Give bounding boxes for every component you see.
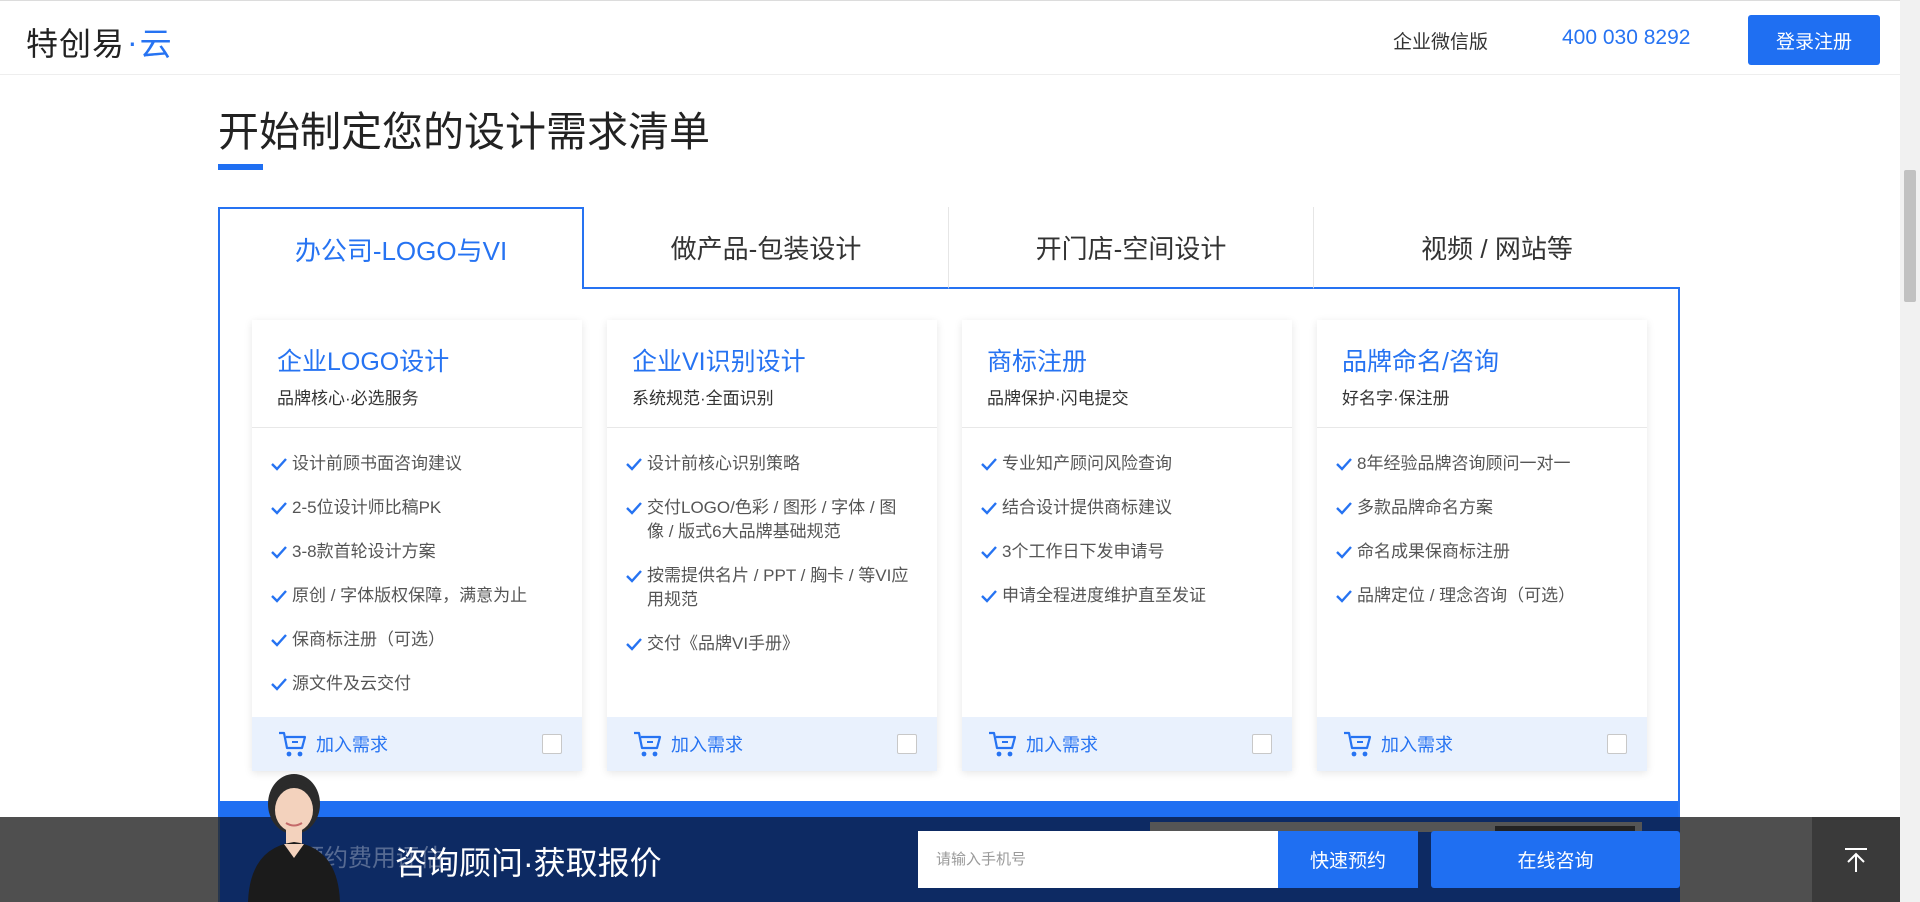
feature-item: 命名成果保商标注册: [1335, 540, 1623, 564]
nav-phone-number: 400 030 8292: [1562, 26, 1691, 49]
nav-wechat-link[interactable]: 企业微信版: [1393, 27, 1488, 54]
feature-item: 3-8款首轮设计方案: [270, 540, 558, 564]
brand-logo[interactable]: 特创易 · 云: [26, 19, 172, 65]
logo-main-text: 特创易: [26, 26, 126, 62]
category-tabs: 办公司-LOGO与VI 做产品-包装设计 开门店-空间设计 视频 / 网站等: [218, 207, 1680, 289]
feature-list: 设计前核心识别策略 交付LOGO/色彩 / 图形 / 字体 / 图像 / 版式6…: [607, 428, 937, 656]
feature-item: 原创 / 字体版权保障，满意为止: [270, 584, 558, 608]
check-icon: [271, 634, 287, 647]
check-icon: [271, 458, 287, 471]
card-header: 商标注册 品牌保护·闪电提交: [962, 320, 1292, 428]
card-subtitle: 系统规范·全面识别: [632, 389, 774, 408]
cart-icon: [1344, 731, 1372, 757]
check-icon: [1336, 458, 1352, 471]
feature-item: 专业知产顾问风险查询: [980, 452, 1268, 476]
feature-list: 8年经验品牌咨询顾问一对一 多款品牌命名方案 命名成果保商标注册 品牌定位 / …: [1317, 428, 1647, 608]
cart-icon: [279, 731, 307, 757]
service-card: 企业LOGO设计 品牌核心·必选服务 设计前顾书面咨询建议 2-5位设计师比稿P…: [252, 320, 582, 771]
check-icon: [1336, 502, 1352, 515]
feature-list: 专业知产顾问风险查询 结合设计提供商标建议 3个工作日下发申请号 申请全程进度维…: [962, 428, 1292, 608]
card-title: 企业VI识别设计: [632, 348, 806, 376]
tab-space-design[interactable]: 开门店-空间设计: [949, 207, 1314, 289]
online-consult-button[interactable]: 在线咨询: [1431, 831, 1680, 888]
check-icon: [271, 678, 287, 691]
title-underline: [218, 164, 263, 170]
tab-packaging[interactable]: 做产品-包装设计: [584, 207, 949, 289]
check-icon: [981, 502, 997, 515]
back-to-top-icon: [1845, 847, 1867, 872]
feature-item: 设计前顾书面咨询建议: [270, 452, 558, 476]
card-header: 企业LOGO设计 品牌核心·必选服务: [252, 320, 582, 428]
feature-item: 2-5位设计师比稿PK: [270, 496, 558, 520]
add-requirement-label[interactable]: 加入需求: [1381, 731, 1453, 757]
card-title: 品牌命名/咨询: [1342, 348, 1499, 376]
add-requirement-bar[interactable]: 加入需求: [607, 717, 937, 771]
service-card: 商标注册 品牌保护·闪电提交 专业知产顾问风险查询 结合设计提供商标建议 3个工…: [962, 320, 1292, 771]
logo-dot: ·: [127, 23, 138, 60]
add-requirement-label[interactable]: 加入需求: [316, 731, 388, 757]
consultant-avatar-icon: [248, 774, 340, 902]
feature-item: 品牌定位 / 理念咨询（可选）: [1335, 584, 1623, 608]
cart-icon: [989, 731, 1017, 757]
add-requirement-label[interactable]: 加入需求: [1026, 731, 1098, 757]
feature-item: 3个工作日下发申请号: [980, 540, 1268, 564]
service-card: 企业VI识别设计 系统规范·全面识别 设计前核心识别策略 交付LOGO/色彩 /…: [607, 320, 937, 771]
check-icon: [981, 590, 997, 603]
consultant-avatar: [240, 770, 348, 902]
feature-item: 交付LOGO/色彩 / 图形 / 字体 / 图像 / 版式6大品牌基础规范: [625, 496, 913, 544]
card-title: 企业LOGO设计: [277, 348, 450, 376]
check-icon: [271, 502, 287, 515]
check-icon: [1336, 546, 1352, 559]
feature-list: 设计前顾书面咨询建议 2-5位设计师比稿PK 3-8款首轮设计方案 原创 / 字…: [252, 428, 582, 696]
card-title: 商标注册: [987, 348, 1088, 376]
check-icon: [626, 502, 642, 515]
feature-item: 按需提供名片 / PPT / 胸卡 / 等VI应用规范: [625, 564, 913, 612]
select-checkbox[interactable]: [1252, 734, 1272, 754]
feature-item: 设计前核心识别策略: [625, 452, 913, 476]
check-icon: [626, 638, 642, 651]
back-to-top-button[interactable]: [1812, 817, 1900, 902]
logo-cloud-text: 云: [139, 26, 172, 62]
quick-booking-button[interactable]: 快速预约: [1278, 831, 1418, 888]
consult-headline: 咨询顾问·获取报价: [395, 845, 662, 881]
select-checkbox[interactable]: [897, 734, 917, 754]
tab-video-website[interactable]: 视频 / 网站等: [1314, 207, 1680, 289]
check-icon: [1336, 590, 1352, 603]
card-header: 企业VI识别设计 系统规范·全面识别: [607, 320, 937, 428]
card-subtitle: 好名字·保注册: [1342, 389, 1450, 408]
feature-item: 多款品牌命名方案: [1335, 496, 1623, 520]
add-requirement-bar[interactable]: 加入需求: [962, 717, 1292, 771]
check-icon: [271, 590, 287, 603]
tab-logo-vi[interactable]: 办公司-LOGO与VI: [218, 207, 584, 289]
top-header: 特创易 · 云 企业微信版 400 030 8292 登录注册: [0, 0, 1900, 75]
check-icon: [626, 458, 642, 471]
card-header: 品牌命名/咨询 好名字·保注册: [1317, 320, 1647, 428]
add-requirement-label[interactable]: 加入需求: [671, 731, 743, 757]
section-title: 开始制定您的设计需求清单: [218, 109, 710, 155]
feature-item: 保商标注册（可选）: [270, 628, 558, 652]
blue-band: [220, 801, 1678, 817]
card-subtitle: 品牌保护·闪电提交: [987, 389, 1129, 408]
add-requirement-bar[interactable]: 加入需求: [1317, 717, 1647, 771]
check-icon: [626, 570, 642, 583]
add-requirement-bar[interactable]: 加入需求: [252, 717, 582, 771]
feature-item: 申请全程进度维护直至发证: [980, 584, 1268, 608]
feature-item: 8年经验品牌咨询顾问一对一: [1335, 452, 1623, 476]
cart-icon: [634, 731, 662, 757]
scrollbar-thumb[interactable]: [1904, 170, 1916, 302]
feature-item: 源文件及云交付: [270, 672, 558, 696]
card-subtitle: 品牌核心·必选服务: [277, 389, 419, 408]
select-checkbox[interactable]: [1607, 734, 1627, 754]
select-checkbox[interactable]: [542, 734, 562, 754]
check-icon: [271, 546, 287, 559]
feature-item: 交付《品牌VI手册》: [625, 632, 913, 656]
feature-item: 结合设计提供商标建议: [980, 496, 1268, 520]
service-card: 品牌命名/咨询 好名字·保注册 8年经验品牌咨询顾问一对一 多款品牌命名方案 命…: [1317, 320, 1647, 771]
check-icon: [981, 546, 997, 559]
check-icon: [981, 458, 997, 471]
page-scrollbar[interactable]: [1900, 0, 1920, 902]
login-register-button[interactable]: 登录注册: [1748, 15, 1880, 65]
phone-input[interactable]: [918, 831, 1278, 888]
